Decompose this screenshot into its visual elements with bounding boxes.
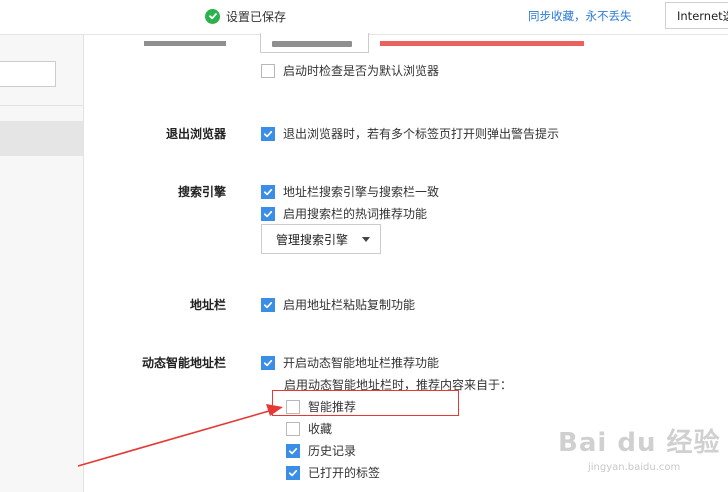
smart-address-enable-option[interactable]: 开启动态智能地址栏推荐功能	[261, 354, 439, 371]
check-default-browser-option[interactable]: 启动时检查是否为默认浏览器	[261, 62, 439, 79]
hot-words-option[interactable]: 启用搜索栏的热词推荐功能	[261, 205, 427, 222]
source-option-history[interactable]: 历史记录	[286, 442, 356, 459]
hot-words-checkbox[interactable]	[261, 206, 275, 221]
address-bar-title: 地址栏	[189, 298, 226, 312]
cutoff-section-label	[144, 41, 226, 46]
cutoff-warning-text	[380, 41, 584, 46]
warn-multi-tabs-checkbox[interactable]	[261, 126, 275, 141]
search-engine-title: 搜索引擎	[177, 185, 226, 199]
sidebar-item-active[interactable]	[0, 121, 83, 156]
manage-search-engines-label: 管理搜索引擎	[276, 232, 349, 247]
highlight-box	[272, 390, 459, 416]
sync-address-search-option[interactable]: 地址栏搜索引擎与搜索栏一致	[261, 183, 439, 200]
warn-multi-tabs-label: 退出浏览器时，若有多个标签页打开则弹出警告提示	[283, 127, 560, 141]
saved-status: 设置已保存	[205, 7, 286, 25]
open-tabs-checkbox[interactable]	[286, 465, 300, 480]
history-label: 历史记录	[308, 444, 357, 458]
open-tabs-label: 已打开的标签	[308, 466, 381, 480]
exit-browser-title: 退出浏览器	[165, 127, 226, 141]
sidebar-search-input[interactable]	[0, 61, 56, 87]
paste-copy-label: 启用地址栏粘贴复制功能	[283, 298, 416, 312]
paste-copy-option[interactable]: 启用地址栏粘贴复制功能	[261, 296, 415, 313]
caret-down-icon	[362, 236, 371, 242]
sync-address-search-checkbox[interactable]	[261, 184, 275, 199]
history-checkbox[interactable]	[286, 443, 300, 458]
saved-status-text: 设置已保存	[226, 9, 287, 24]
sidebar	[0, 35, 84, 492]
source-option-favorites[interactable]: 收藏	[286, 420, 332, 437]
smart-address-title: 动态智能地址栏	[141, 356, 226, 370]
smart-address-enable-label: 开启动态智能地址栏推荐功能	[283, 356, 440, 370]
sidebar-divider	[0, 105, 83, 106]
check-default-browser-label: 启动时检查是否为默认浏览器	[283, 64, 440, 78]
watermark-logo: Bai du 经验	[558, 428, 721, 458]
manage-search-engines-dropdown[interactable]: 管理搜索引擎	[261, 224, 381, 254]
sync-address-search-label: 地址栏搜索引擎与搜索栏一致	[283, 185, 440, 199]
sync-favorites-link[interactable]: 同步收藏，永不丢失	[528, 8, 632, 24]
warn-multi-tabs-option[interactable]: 退出浏览器时，若有多个标签页打开则弹出警告提示	[261, 125, 559, 142]
paste-copy-checkbox[interactable]	[261, 297, 275, 312]
internet-options-button[interactable]: Internet选	[665, 2, 728, 29]
check-default-browser-checkbox[interactable]	[261, 63, 275, 78]
watermark-url: jingyan.baidu.com	[588, 462, 681, 473]
favorites-checkbox[interactable]	[286, 421, 300, 436]
source-option-open-tabs[interactable]: 已打开的标签	[286, 464, 380, 481]
cutoff-button-text	[272, 41, 352, 47]
hot-words-label: 启用搜索栏的热词推荐功能	[283, 207, 428, 221]
favorites-label: 收藏	[308, 422, 333, 436]
smart-address-enable-checkbox[interactable]	[261, 355, 275, 370]
check-circle-icon	[205, 8, 220, 24]
